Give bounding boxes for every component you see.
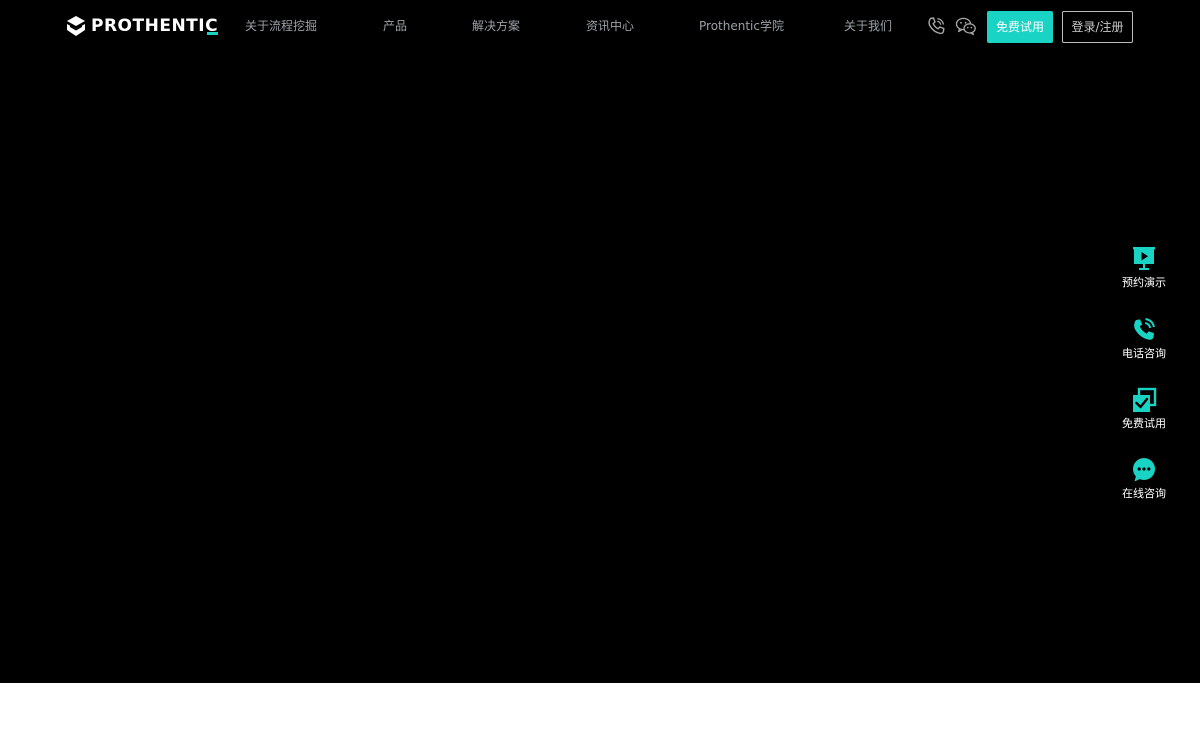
free-trial-button[interactable]: 免费试用 xyxy=(987,11,1053,43)
login-register-button[interactable]: 登录/注册 xyxy=(1062,11,1133,43)
side-item-book-demo[interactable]: 预约演示 xyxy=(1114,245,1174,290)
side-item-label: 免费试用 xyxy=(1122,417,1166,430)
phone-icon[interactable] xyxy=(926,16,946,36)
brand-logo[interactable]: PROTHENTIC xyxy=(66,14,219,38)
side-item-label: 电话咨询 xyxy=(1122,347,1166,360)
nav-item-process-mining[interactable]: 关于流程挖掘 xyxy=(245,17,317,35)
nav-item-academy[interactable]: Prothentic学院 xyxy=(699,17,784,35)
wechat-icon[interactable] xyxy=(955,16,977,36)
logo-mark-icon xyxy=(67,16,85,36)
hero-banner xyxy=(0,0,1200,683)
site-header: PROTHENTIC 关于流程挖掘 产品 解决方案 资讯中心 Prothenti… xyxy=(0,0,1200,52)
logo-accent-bar xyxy=(207,32,219,35)
nav-item-solutions[interactable]: 解决方案 xyxy=(472,17,520,35)
trial-check-icon xyxy=(1133,387,1157,412)
side-item-free-trial[interactable]: 免费试用 xyxy=(1114,386,1174,431)
nav-item-about-us[interactable]: 关于我们 xyxy=(844,17,892,35)
side-item-phone-consult[interactable]: 电话咨询 xyxy=(1114,316,1174,361)
side-item-online-consult[interactable]: 在线咨询 xyxy=(1114,456,1174,501)
nav-item-news[interactable]: 资讯中心 xyxy=(586,17,634,35)
nav-item-products[interactable]: 产品 xyxy=(383,17,407,35)
presentation-play-icon xyxy=(1133,247,1155,270)
side-item-label: 在线咨询 xyxy=(1122,487,1166,500)
phone-icon xyxy=(1134,318,1155,340)
logo-text: PROTHENTIC xyxy=(91,16,219,36)
chat-bubble-icon xyxy=(1133,458,1155,482)
side-item-label: 预约演示 xyxy=(1122,276,1166,289)
content-area xyxy=(0,683,1200,750)
